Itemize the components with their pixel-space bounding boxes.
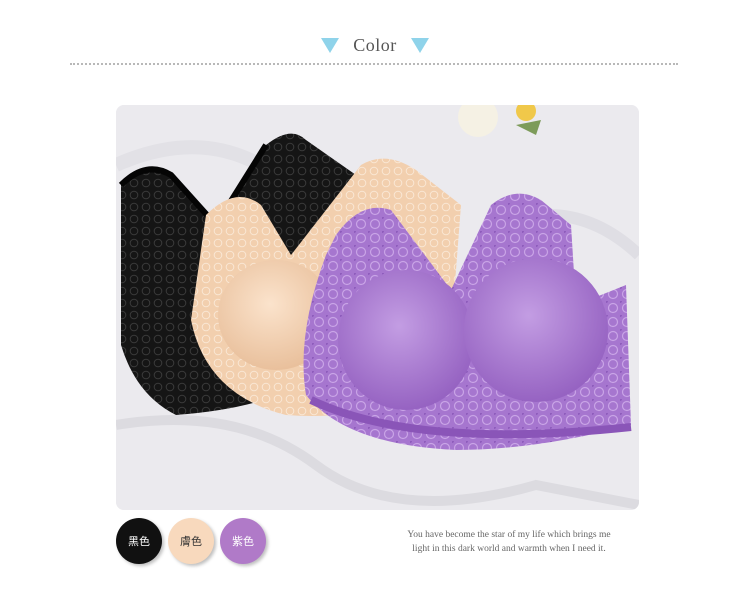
swatch-label: 紫色 bbox=[232, 535, 254, 548]
triangle-down-icon bbox=[321, 37, 340, 53]
triangle-down-icon bbox=[410, 37, 429, 53]
section-title: Color bbox=[353, 34, 397, 55]
swatch-purple[interactable]: 紫色 bbox=[220, 518, 266, 564]
swatch-label: 膚色 bbox=[180, 535, 202, 548]
dotted-divider bbox=[70, 63, 678, 65]
product-photo bbox=[116, 105, 639, 510]
section-header: Color bbox=[0, 30, 750, 60]
color-swatches: 黑色 膚色 紫色 bbox=[116, 518, 266, 564]
caption-text: You have become the star of my life whic… bbox=[380, 528, 638, 556]
swatch-label: 黑色 bbox=[128, 535, 150, 548]
caption-line: light in this dark world and warmth when… bbox=[412, 544, 606, 554]
caption-line: You have become the star of my life whic… bbox=[407, 530, 611, 540]
swatch-black[interactable]: 黑色 bbox=[116, 518, 162, 564]
swatch-beige[interactable]: 膚色 bbox=[168, 518, 214, 564]
